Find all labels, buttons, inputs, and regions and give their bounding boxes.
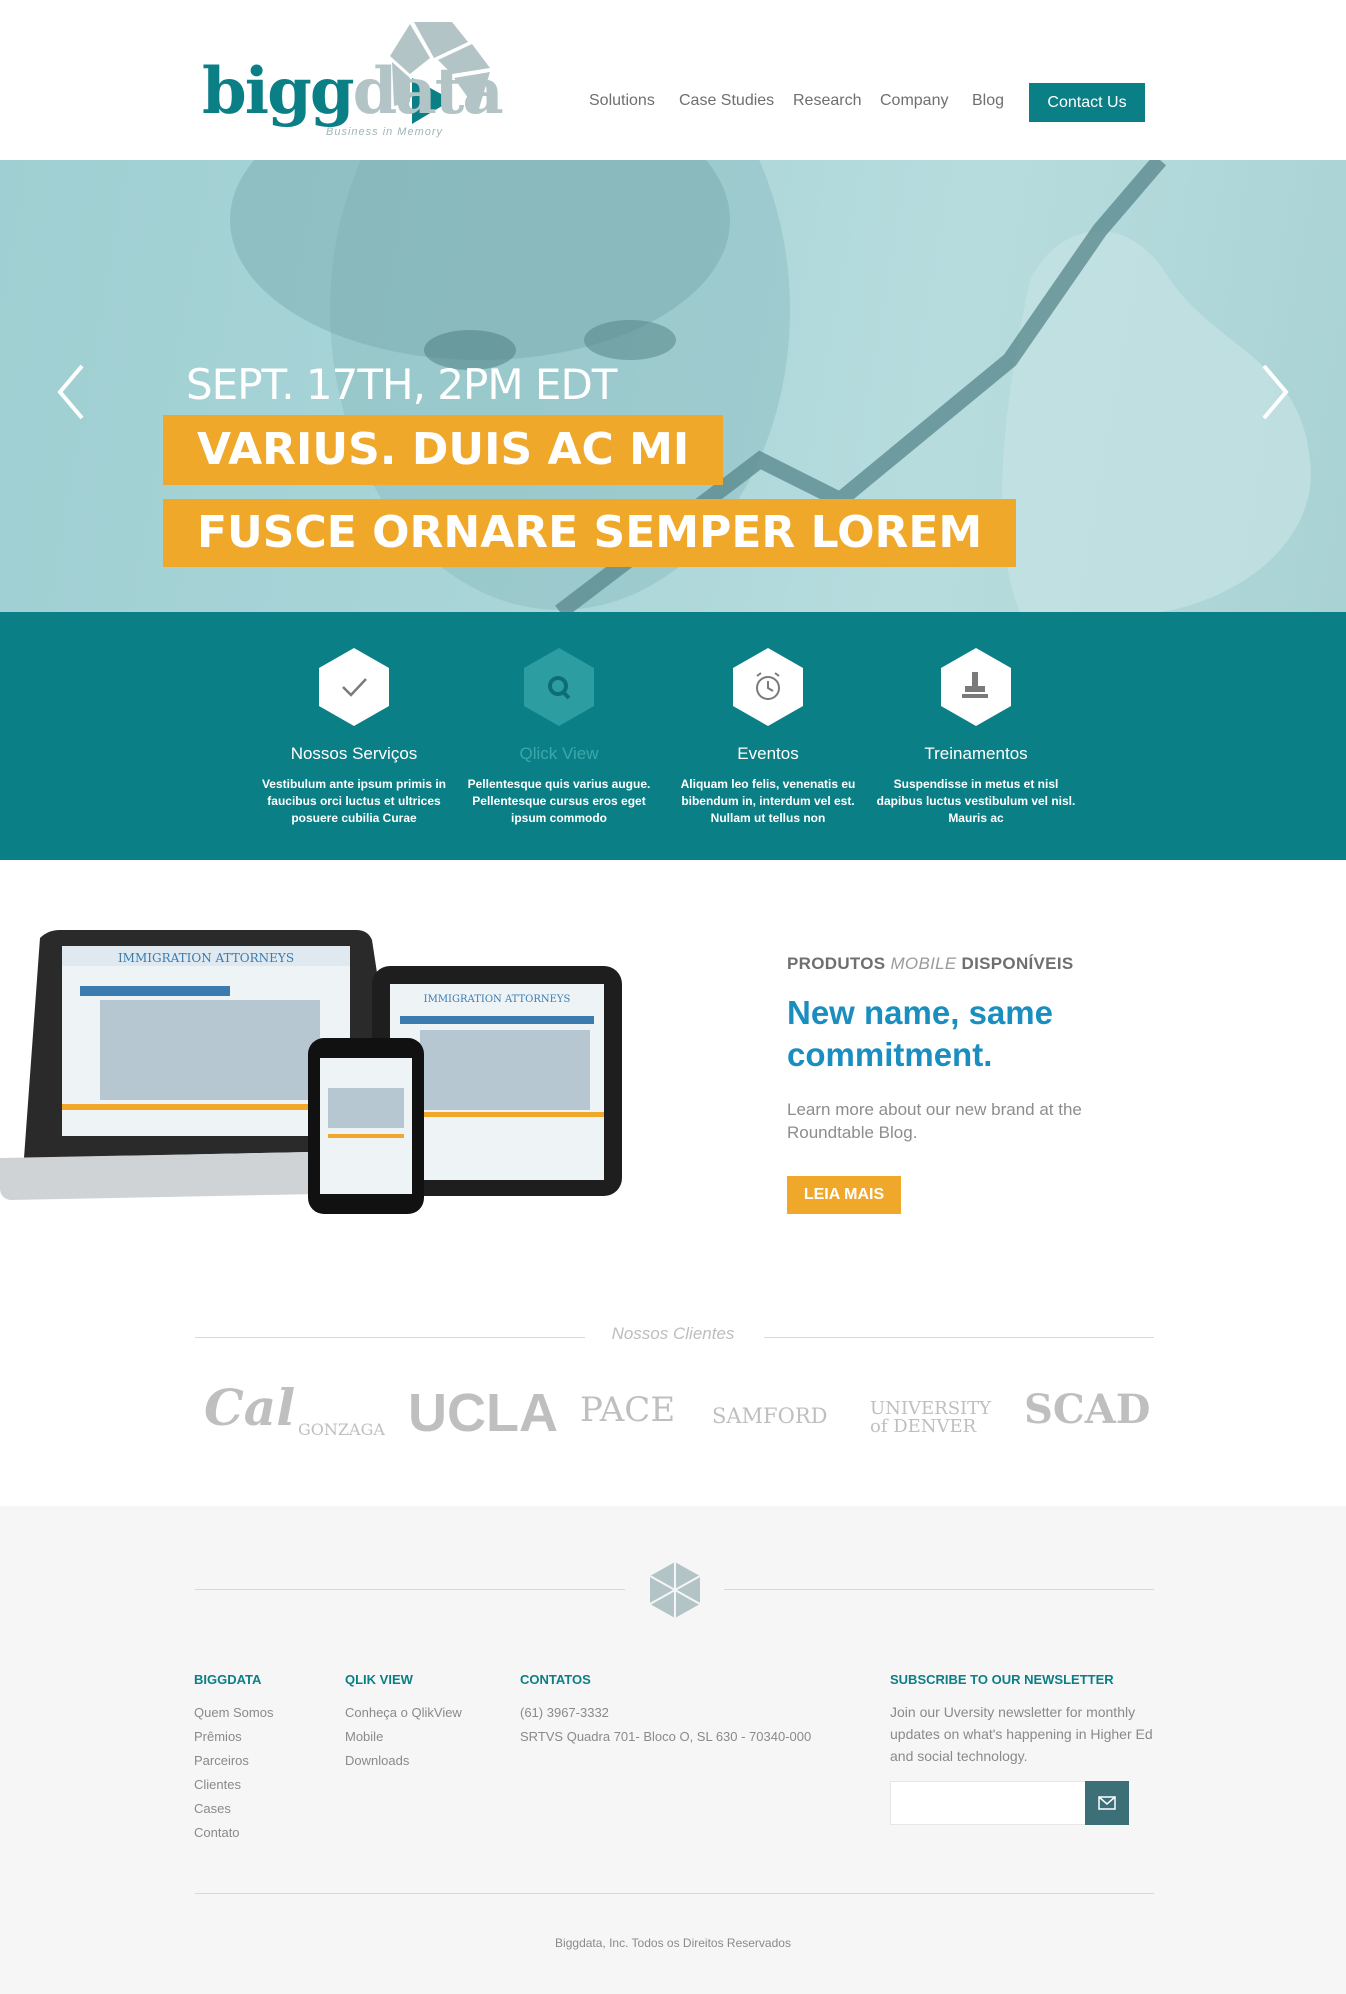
newsletter-email-input[interactable]	[890, 1781, 1086, 1825]
feature-description: Aliquam leo felis, venenatis eu bibendum…	[680, 777, 856, 825]
divider	[195, 1893, 1154, 1894]
alarm-clock-icon	[733, 648, 803, 726]
logo-tagline: Business in Memory	[326, 126, 444, 138]
footer-heading: QLIK VIEW	[345, 1672, 413, 1687]
hero-headline-2: FUSCE ORNARE SEMPER LOREM	[163, 499, 1017, 567]
client-logo-cal: Cal	[204, 1378, 296, 1437]
products-label: PRODUTOS MOBILE DISPONÍVEIS	[787, 954, 1074, 973]
copyright: Biggdata, Inc. Todos os Direitos Reserva…	[555, 1936, 791, 1950]
site-footer: BIGGDATA Quem Somos Prêmios Parceiros Cl…	[0, 1506, 1346, 1994]
svg-text:IMMIGRATION ATTORNEYS: IMMIGRATION ATTORNEYS	[424, 994, 571, 1005]
feature-description: Pellentesque quis varius augue. Pellente…	[467, 777, 651, 825]
responsive-devices-image: IMMIGRATION ATTORNEYS IMMIGRATION ATTORN…	[0, 930, 622, 1214]
feature-title: Treinamentos	[924, 744, 1028, 763]
footer-link-parceiros[interactable]: Parceiros	[194, 1749, 273, 1773]
divider	[195, 1589, 625, 1590]
feature-qlick-view[interactable]: Qlick View Pellentesque quis varius augu…	[459, 646, 659, 827]
client-logo-samford: SAMFORD	[712, 1404, 828, 1428]
features-bar: Nossos Serviços Vestibulum ante ipsum pr…	[0, 612, 1346, 860]
svg-text:IMMIGRATION ATTORNEYS: IMMIGRATION ATTORNEYS	[118, 951, 294, 965]
hero-date: SEPT. 17TH, 2PM EDT	[186, 360, 617, 409]
feature-description: Suspendisse in metus et nisl dapibus luc…	[876, 777, 1076, 825]
products-title: New name, same commitment.	[787, 994, 1053, 1073]
client-logo-ucla: UCLA	[408, 1383, 558, 1443]
page: biggdata Business in Memory Solutions Ca…	[0, 0, 1346, 1994]
footer-link-clientes[interactable]: Clientes	[194, 1773, 273, 1797]
hero-headline-1: VARIUS. DUIS AC MI	[163, 415, 724, 485]
site-header: biggdata Business in Memory Solutions Ca…	[0, 0, 1346, 160]
footer-link-cases[interactable]: Cases	[194, 1797, 273, 1821]
footer-link-contato[interactable]: Contato	[194, 1821, 273, 1845]
feature-title: Qlick View	[519, 744, 599, 763]
client-logo-denver: UNIVERSITY of DENVER	[870, 1398, 992, 1437]
clients-title: Nossos Clientes	[611, 1324, 735, 1343]
products-text: Learn more about our new brand at the Ro…	[787, 1100, 1082, 1142]
feature-treinamentos[interactable]: Treinamentos Suspendisse in metus et nis…	[876, 646, 1076, 827]
feature-title: Nossos Serviços	[290, 744, 418, 763]
contact-us-button[interactable]: Contact Us	[1029, 83, 1145, 122]
client-logo-pace: PACE	[580, 1390, 676, 1430]
search-icon	[524, 648, 594, 726]
feature-title: Eventos	[737, 744, 799, 763]
newsletter-submit-button[interactable]	[1085, 1781, 1129, 1825]
footer-link-conheca-qlikview[interactable]: Conheça o QlikView	[345, 1701, 462, 1725]
feature-nossos-servicos[interactable]: Nossos Serviços Vestibulum ante ipsum pr…	[254, 646, 454, 827]
envelope-icon	[1098, 1796, 1116, 1810]
footer-col-biggdata: BIGGDATA Quem Somos Prêmios Parceiros Cl…	[194, 1672, 273, 1845]
slider-prev-arrow-icon[interactable]	[52, 360, 92, 424]
nav-solutions[interactable]: Solutions	[589, 92, 655, 110]
divider	[724, 1589, 1154, 1590]
footer-heading: CONTATOS	[520, 1672, 591, 1687]
footer-heading: BIGGDATA	[194, 1672, 262, 1687]
footer-link-premios[interactable]: Prêmios	[194, 1725, 273, 1749]
biggdata-logo[interactable]: biggdata Business in Memory	[196, 16, 504, 146]
stamp-icon	[941, 648, 1011, 726]
feature-eventos[interactable]: Eventos Aliquam leo felis, venenatis eu …	[668, 646, 868, 827]
nav-research[interactable]: Research	[793, 92, 861, 110]
nav-case-studies[interactable]: Case Studies	[679, 92, 774, 110]
contact-address: SRTVS Quadra 701- Bloco O, SL 630 - 7034…	[520, 1729, 812, 1744]
client-logo-scad: SCAD	[1024, 1386, 1151, 1433]
nav-blog[interactable]: Blog	[972, 92, 1004, 110]
nav-company[interactable]: Company	[880, 92, 948, 110]
footer-link-mobile[interactable]: Mobile	[345, 1725, 462, 1749]
footer-heading: SUBSCRIBE TO OUR NEWSLETTER	[890, 1672, 1114, 1687]
footer-col-qlikview: QLIK VIEW Conheça o QlikView Mobile Down…	[345, 1672, 462, 1773]
client-logo-gonzaga: GONZAGA	[298, 1420, 385, 1439]
newsletter-text: Join our Uversity newsletter for monthly…	[890, 1704, 1153, 1764]
mobile-products-section: IMMIGRATION ATTORNEYS IMMIGRATION ATTORN…	[0, 860, 1346, 1290]
check-icon	[319, 648, 389, 726]
slider-next-arrow-icon[interactable]	[1254, 360, 1294, 424]
feature-description: Vestibulum ante ipsum primis in faucibus…	[261, 777, 447, 825]
footer-link-downloads[interactable]: Downloads	[345, 1749, 462, 1773]
hero-slider: SEPT. 17TH, 2PM EDT VARIUS. DUIS AC MI F…	[0, 160, 1346, 612]
contact-phone: (61) 3967-3332	[520, 1705, 609, 1720]
footer-col-contatos: CONTATOS (61) 3967-3332 SRTVS Quadra 701…	[520, 1672, 811, 1749]
footer-col-newsletter: SUBSCRIBE TO OUR NEWSLETTER Join our Uve…	[890, 1672, 1156, 1767]
logo-mark-icon	[649, 1562, 701, 1618]
leia-mais-button[interactable]: LEIA MAIS	[787, 1176, 901, 1214]
footer-link-quem-somos[interactable]: Quem Somos	[194, 1701, 273, 1725]
